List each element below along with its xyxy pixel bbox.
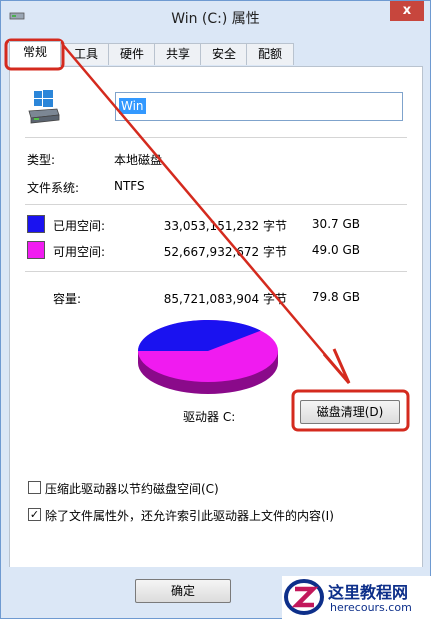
watermark-url: herecours.com: [330, 601, 412, 614]
watermark-title: 这里教程网: [328, 583, 409, 602]
tab-general[interactable]: 常规: [9, 41, 61, 67]
arrow-head: [322, 348, 351, 384]
arrow-line: [62, 44, 345, 378]
annotation-overlay: [4, 38, 410, 432]
watermark-logo-icon: [284, 579, 324, 615]
watermark: 这里教程网 herecours.com: [282, 576, 431, 619]
cleanup-highlight-box: [291, 389, 410, 432]
